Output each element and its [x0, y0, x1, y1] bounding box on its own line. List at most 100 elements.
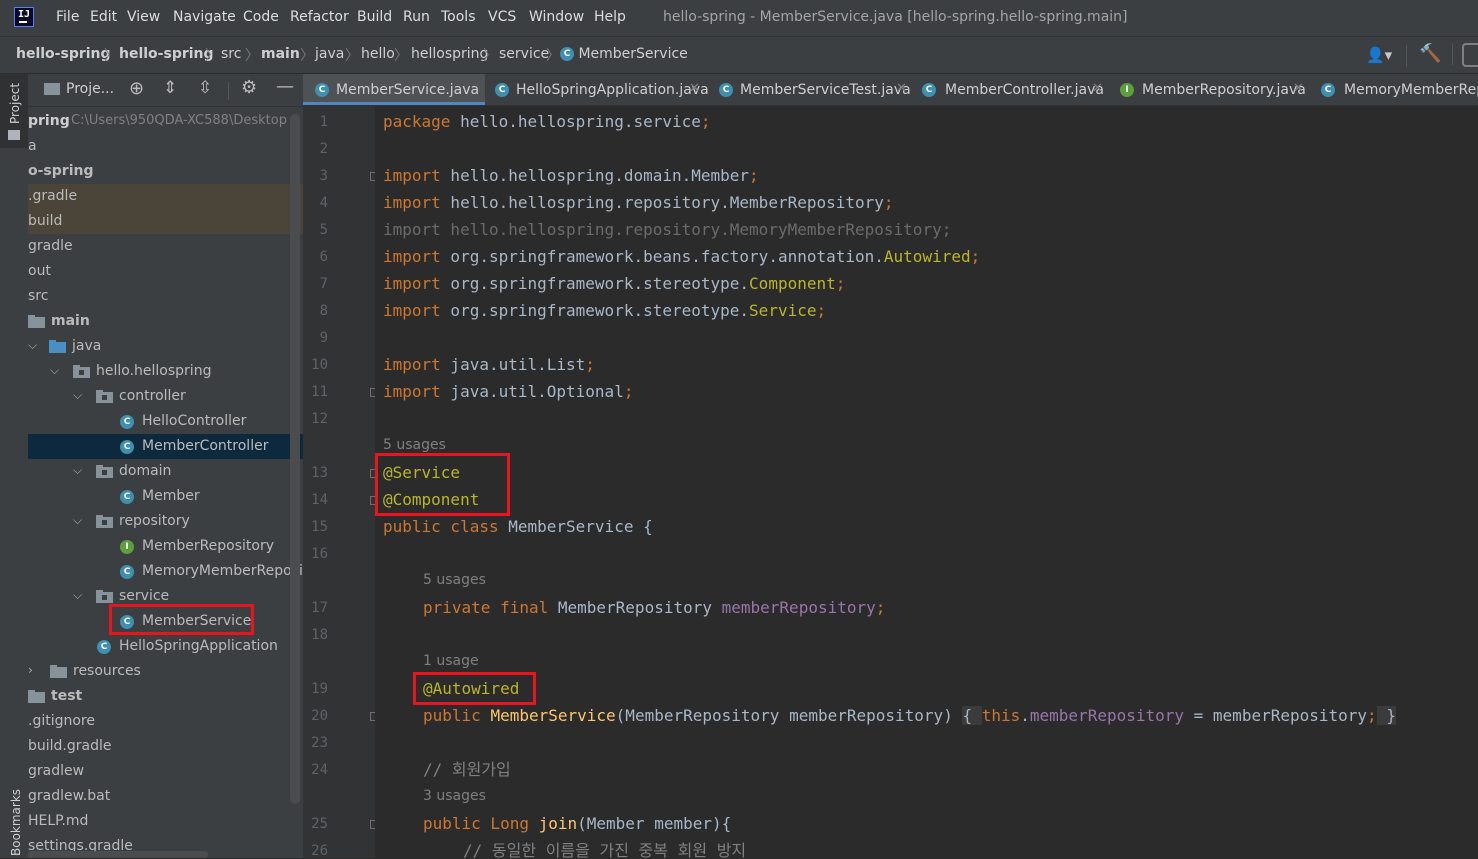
- menu-run[interactable]: Run: [403, 9, 430, 25]
- tab-memorymemberrepository[interactable]: C MemoryMemberRepo: [1309, 74, 1478, 105]
- menu-vcs[interactable]: VCS: [488, 9, 516, 25]
- tree-item-domain[interactable]: ⌵ domain: [28, 459, 303, 484]
- close-icon[interactable]: ✕: [689, 81, 700, 96]
- tab-label: MemberRepository.java: [1142, 82, 1306, 98]
- usages-hint[interactable]: 1 usage: [423, 653, 479, 669]
- intellij-logo-icon[interactable]: IJ: [14, 7, 34, 27]
- tab-memberservicetest[interactable]: C MemberServiceTest.java ✕: [707, 74, 912, 105]
- code-line-1: package hello.hellospring.service;: [383, 112, 711, 131]
- tab-memberrepository[interactable]: I MemberRepository.java ✕: [1107, 74, 1309, 105]
- chevron-down-icon[interactable]: ⌵: [73, 388, 82, 403]
- tree-item[interactable]: gradlew.bat: [28, 784, 303, 809]
- tree-item-project-root[interactable]: pring C:\Users\950QDA-XC588\Desktop: [28, 109, 303, 134]
- breadcrumb-main[interactable]: main: [261, 46, 300, 62]
- project-panel-title[interactable]: Proje...: [66, 81, 114, 97]
- tree-item-memberrepository[interactable]: I MemberRepository: [28, 534, 303, 559]
- chevron-down-icon[interactable]: ⌵: [28, 338, 37, 353]
- breadcrumb-java[interactable]: java: [315, 46, 344, 62]
- breadcrumb-project[interactable]: hello-spring: [16, 46, 111, 62]
- chevron-down-icon[interactable]: ⌵: [50, 363, 59, 378]
- tree-item-test[interactable]: test: [28, 684, 303, 709]
- tree-item-member[interactable]: C Member: [28, 484, 303, 509]
- tab-label: MemberController.java: [945, 82, 1104, 98]
- breadcrumb-service[interactable]: service: [499, 46, 549, 62]
- close-icon[interactable]: ✕: [896, 81, 907, 96]
- collapse-all-icon[interactable]: ⇳: [198, 78, 212, 98]
- menu-tools[interactable]: Tools: [441, 9, 476, 25]
- code-line-7: import org.springframework.stereotype.Co…: [383, 274, 846, 293]
- menu-file[interactable]: File: [56, 9, 79, 25]
- tree-item[interactable]: build.gradle: [28, 734, 303, 759]
- tree-item[interactable]: a: [28, 134, 303, 159]
- gear-icon[interactable]: ⚙: [241, 77, 257, 98]
- project-hscrollbar[interactable]: [28, 851, 208, 858]
- run-config-dropdown[interactable]: [1462, 43, 1478, 67]
- breadcrumb-src[interactable]: src: [221, 46, 241, 62]
- chevron-right-icon: 〉: [345, 48, 359, 64]
- locate-crosshair-icon[interactable]: ⊕: [129, 78, 144, 99]
- tree-item-java[interactable]: ⌵ java: [28, 334, 303, 359]
- tree-item[interactable]: .gitignore: [28, 709, 303, 734]
- tab-hellospringapplication[interactable]: C HelloSpringApplication.java ✕: [485, 74, 709, 105]
- folder-icon: [28, 690, 45, 703]
- menu-refactor[interactable]: Refactor: [290, 9, 349, 25]
- hide-panel-icon[interactable]: —: [276, 76, 294, 97]
- tree-item-gradle-dir[interactable]: .gradle: [28, 184, 303, 209]
- tree-item-main[interactable]: main: [28, 309, 303, 334]
- build-hammer-icon[interactable]: 🔨: [1419, 43, 1441, 64]
- code-line-8: import org.springframework.stereotype.Se…: [383, 301, 827, 320]
- menu-edit[interactable]: Edit: [90, 9, 117, 25]
- expand-all-icon[interactable]: ⇕: [163, 78, 177, 98]
- menu-build[interactable]: Build: [357, 9, 392, 25]
- editor-gutter: 1 2 3 4 5 6 7 8 9 10 11 12 13 14 15 16 1…: [303, 106, 379, 859]
- usages-hint[interactable]: 5 usages: [383, 437, 446, 453]
- tree-item-package[interactable]: ⌵ hello.hellospring: [28, 359, 303, 384]
- chevron-down-icon[interactable]: ⌵: [73, 513, 82, 528]
- folded-brace[interactable]: }: [1376, 706, 1396, 725]
- folded-brace[interactable]: {: [962, 706, 982, 725]
- menu-help[interactable]: Help: [594, 9, 626, 25]
- chevron-down-icon[interactable]: ⌵: [73, 588, 82, 603]
- tree-item[interactable]: gradle: [28, 234, 303, 259]
- tree-item[interactable]: HELP.md: [28, 809, 303, 834]
- function-name: MemberService: [490, 706, 616, 725]
- tree-item-build-dir[interactable]: build: [28, 209, 303, 234]
- keyword: this: [981, 706, 1021, 725]
- tree-item[interactable]: gradlew: [28, 759, 303, 784]
- menu-navigate[interactable]: Navigate: [173, 9, 236, 25]
- tree-item-resources[interactable]: › resources: [28, 659, 303, 684]
- tree-item-hellospringapplication[interactable]: C HelloSpringApplication: [28, 634, 303, 659]
- usages-hint[interactable]: 5 usages: [423, 572, 486, 588]
- chevron-right-icon[interactable]: ›: [28, 663, 33, 677]
- breadcrumb-hello[interactable]: hello: [361, 46, 395, 62]
- tree-item-label: HELP.md: [28, 813, 89, 829]
- tree-item-membercontroller[interactable]: C MemberController: [28, 434, 303, 459]
- bookmarks-tool-tab[interactable]: Bookmarks: [9, 789, 23, 856]
- tree-item-repository[interactable]: ⌵ repository: [28, 509, 303, 534]
- usages-hint[interactable]: 3 usages: [423, 788, 486, 804]
- tree-item[interactable]: out: [28, 259, 303, 284]
- tree-item-controller[interactable]: ⌵ controller: [28, 384, 303, 409]
- project-tool-tab[interactable]: Project: [0, 74, 28, 148]
- code-editor[interactable]: package hello.hellospring.service; impor…: [375, 106, 1478, 858]
- tree-item-module[interactable]: o-spring: [28, 159, 303, 184]
- line-number: 20: [311, 708, 328, 724]
- user-icon[interactable]: 👤▾: [1366, 46, 1392, 64]
- breadcrumb-memberservice[interactable]: C MemberService: [560, 46, 688, 62]
- tab-membercontroller[interactable]: C MemberController.java ✕: [912, 74, 1107, 105]
- close-icon[interactable]: ✕: [1092, 81, 1103, 96]
- project-scrollbar[interactable]: [290, 114, 300, 804]
- tree-item-memorymemberrepository[interactable]: C MemoryMemberRepository: [28, 559, 303, 584]
- tab-memberservice[interactable]: C MemberService.java: [303, 74, 485, 105]
- tree-item-hellocontroller[interactable]: C HelloController: [28, 409, 303, 434]
- close-icon[interactable]: ✕: [1293, 81, 1304, 96]
- menu-view[interactable]: View: [127, 9, 160, 25]
- menu-window[interactable]: Window: [529, 9, 584, 25]
- breadcrumb-module[interactable]: hello-spring: [119, 46, 214, 62]
- breadcrumb-hellospring[interactable]: hellospring: [411, 46, 488, 62]
- tree-item[interactable]: src: [28, 284, 303, 309]
- chevron-down-icon[interactable]: ⌵: [73, 463, 82, 478]
- line-number: 10: [311, 357, 328, 373]
- menu-code[interactable]: Code: [243, 9, 279, 25]
- tree-item-label: MemoryMemberRepository: [142, 563, 303, 579]
